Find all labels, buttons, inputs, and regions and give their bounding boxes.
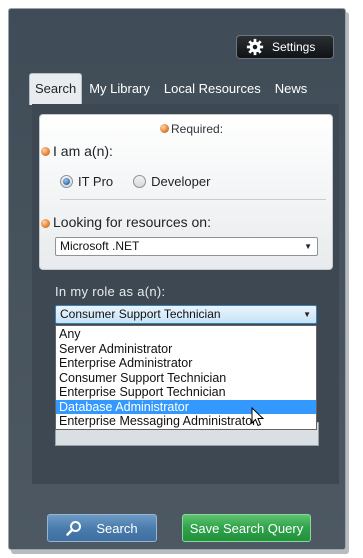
search-button-label: Search — [96, 520, 138, 536]
chevron-down-icon[interactable]: ▼ — [303, 306, 311, 323]
role-dropdown-list: Any Server Administrator Enterprise Admi… — [55, 325, 317, 430]
settings-label: Settings — [272, 40, 316, 54]
iam-label: I am a(n): — [53, 143, 113, 159]
dropdown-option[interactable]: Consumer Support Technician — [56, 371, 316, 386]
tab-bar: Search My Library Local Resources News — [29, 73, 314, 105]
divider — [60, 199, 326, 200]
tab-local-resources[interactable]: Local Resources — [157, 75, 268, 105]
resources-select-value: Microsoft .NET — [60, 239, 140, 253]
role-select-value: Consumer Support Technician — [60, 307, 221, 321]
save-search-query-button[interactable]: Save Search Query — [182, 514, 311, 542]
mouse-cursor-icon — [251, 407, 265, 427]
required-note: Required: — [160, 122, 223, 136]
search-icon — [66, 521, 82, 536]
required-icon — [160, 124, 169, 134]
dropdown-option[interactable]: Server Administrator — [56, 342, 316, 357]
tab-news[interactable]: News — [268, 75, 315, 105]
role-type-radios: IT Pro Developer — [60, 174, 210, 189]
dropdown-option[interactable]: Enterprise Administrator — [56, 356, 316, 371]
tab-search[interactable]: Search — [29, 73, 83, 105]
radio-it-pro[interactable] — [60, 175, 73, 188]
search-criteria-card: Required: I am a(n): IT Pro Developer Lo… — [39, 114, 333, 270]
required-icon — [41, 147, 50, 156]
gear-icon — [246, 38, 264, 56]
required-icon — [41, 219, 50, 228]
role-select[interactable]: Consumer Support Technician ▼ — [55, 305, 317, 324]
resources-select[interactable]: Microsoft .NET ▼ — [55, 237, 318, 256]
required-label: Required: — [171, 122, 224, 136]
chevron-down-icon[interactable]: ▼ — [304, 238, 312, 255]
looking-for-label: Looking for resources on: — [53, 214, 211, 230]
app-window: Settings Search My Library Local Resourc… — [8, 8, 346, 550]
role-label: In my role as a(n): — [55, 284, 166, 299]
settings-button[interactable]: Settings — [236, 35, 334, 59]
radio-developer-label[interactable]: Developer — [151, 174, 210, 189]
search-panel: Required: I am a(n): IT Pro Developer Lo… — [32, 104, 339, 484]
search-button[interactable]: Search — [47, 514, 157, 542]
radio-developer[interactable] — [133, 175, 147, 188]
action-bar: Search Save Search Query — [9, 499, 345, 549]
save-button-label: Save Search Query — [189, 520, 304, 536]
dropdown-option[interactable]: Any — [56, 327, 316, 342]
dropdown-option-highlighted[interactable]: Database Administrator — [56, 399, 316, 414]
radio-it-pro-label[interactable]: IT Pro — [78, 174, 113, 189]
dropdown-option[interactable]: Enterprise Support Technician — [56, 385, 316, 400]
dropdown-option[interactable]: Enterprise Messaging Administrator — [56, 414, 316, 429]
tab-my-library[interactable]: My Library — [82, 75, 157, 105]
